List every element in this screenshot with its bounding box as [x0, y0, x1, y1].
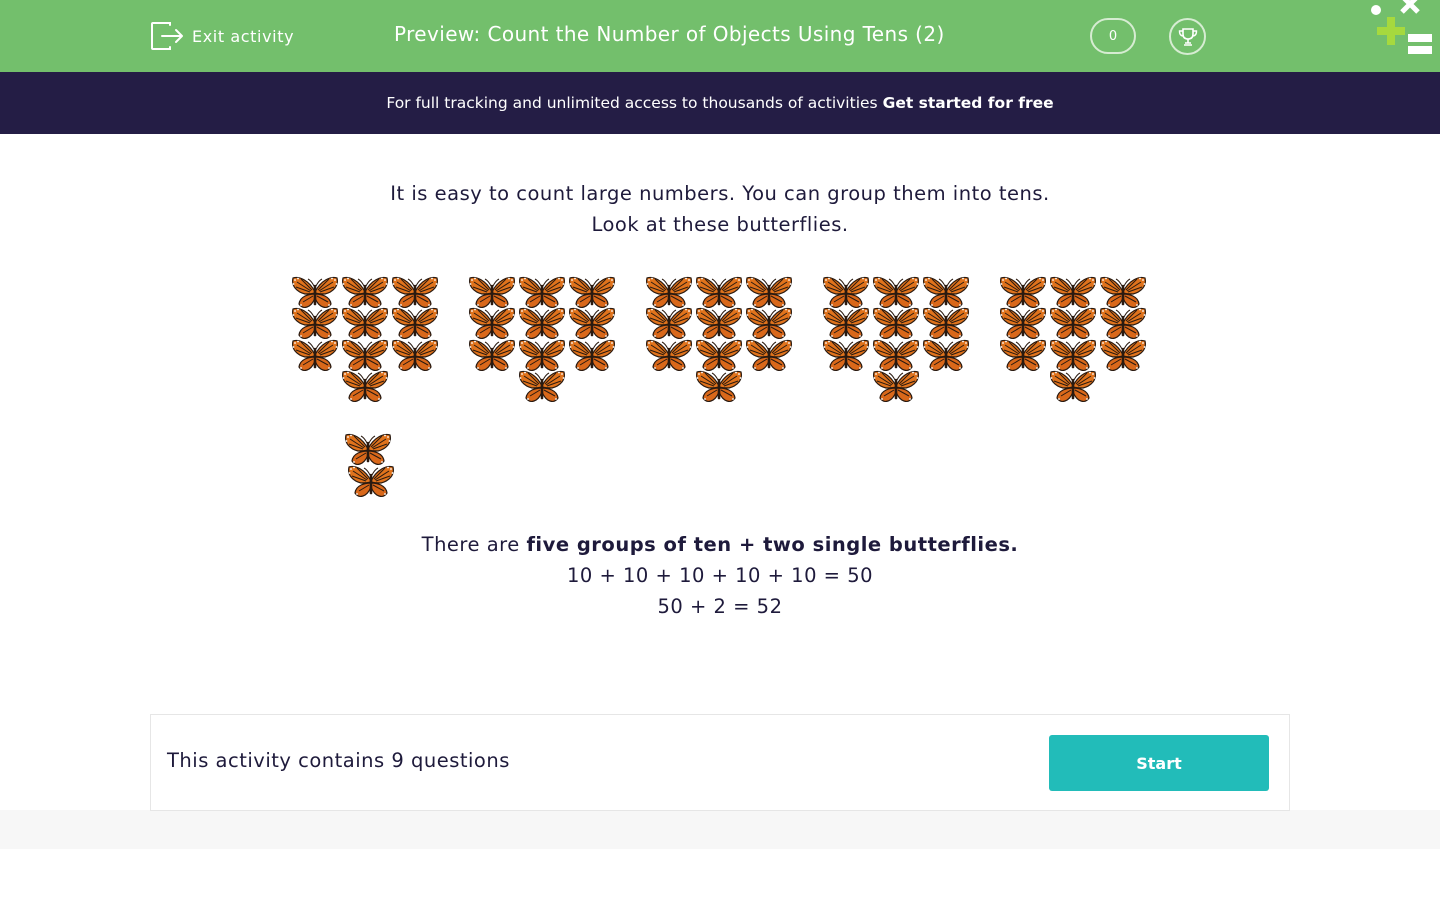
trophy-icon — [1178, 27, 1197, 46]
intro-line-1: It is easy to count large numbers. You c… — [390, 182, 1050, 205]
promo-banner: For full tracking and unlimited access t… — [0, 72, 1440, 134]
explanation-text: There are five groups of ten + two singl… — [0, 529, 1440, 622]
score-badge: 0 — [1090, 18, 1136, 54]
butterfly-icon — [518, 368, 566, 406]
start-button[interactable]: Start — [1049, 735, 1269, 791]
butterfly-icon — [391, 337, 439, 375]
butterfly-icon — [872, 368, 920, 406]
butterfly-icon — [568, 337, 616, 375]
sum-equation: 10 + 10 + 10 + 10 + 10 = 50 — [566, 564, 874, 587]
butterfly-icon — [822, 337, 870, 375]
exit-activity-label: Exit activity — [192, 26, 295, 46]
butterfly-icon — [645, 337, 693, 375]
page-title: Preview: Count the Number of Objects Usi… — [394, 22, 945, 46]
butterfly-icon — [341, 368, 389, 406]
butterfly-icon — [1099, 337, 1147, 375]
promo-text: For full tracking and unlimited access t… — [386, 94, 878, 112]
exit-icon — [151, 22, 183, 50]
trophy-button[interactable] — [1169, 18, 1206, 55]
intro-line-2: Look at these butterflies. — [591, 213, 849, 236]
explanation-bold: five groups of ten + two single butterfl… — [526, 533, 1019, 556]
butterfly-icon — [695, 368, 743, 406]
intro-text: It is easy to count large numbers. You c… — [0, 178, 1440, 240]
get-started-link[interactable]: Get started for free — [883, 94, 1054, 112]
explanation-line: There are five groups of ten + two singl… — [0, 529, 1440, 560]
footer-strip — [0, 810, 1440, 849]
total-equation: 50 + 2 = 52 — [657, 595, 783, 618]
butterfly-icon — [347, 463, 395, 501]
activity-footer-card: This activity contains 9 questions Start — [150, 714, 1290, 811]
exit-activity-button[interactable]: Exit activity — [150, 20, 294, 52]
math-symbols-logo — [1371, 0, 1432, 54]
butterfly-icon — [468, 337, 516, 375]
explanation-prefix: There are — [421, 533, 520, 556]
butterfly-icon — [1049, 368, 1097, 406]
question-count-text: This activity contains 9 questions — [167, 749, 510, 772]
butterfly-icon — [999, 337, 1047, 375]
butterfly-icon — [291, 337, 339, 375]
top-header-bar: Exit activity Preview: Count the Number … — [0, 0, 1440, 72]
butterfly-icon — [922, 337, 970, 375]
butterfly-icon — [745, 337, 793, 375]
